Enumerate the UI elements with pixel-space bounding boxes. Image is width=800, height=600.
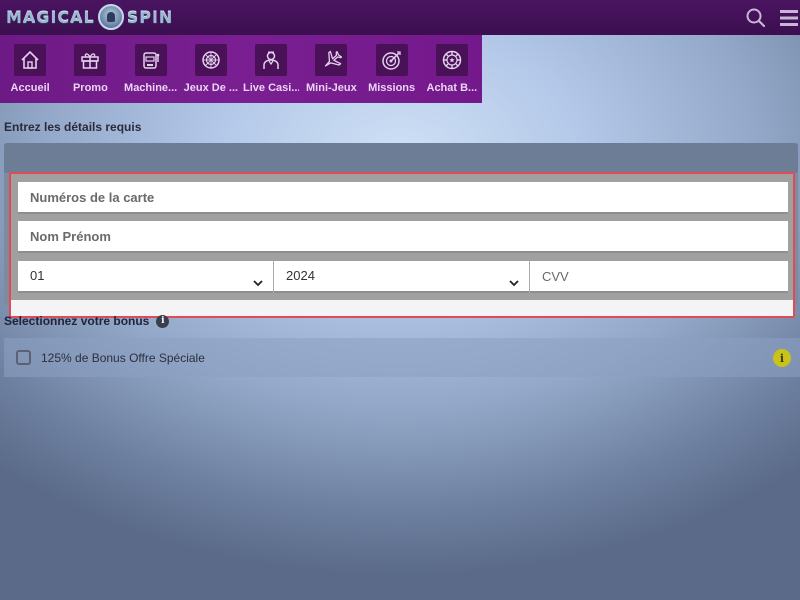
slot-machine-icon [134, 44, 167, 76]
chip-icon [435, 44, 468, 76]
card-details-form: 01 2024 [9, 172, 795, 318]
nav-label: Jeux De ... [183, 82, 239, 94]
nav-label: Accueil [10, 82, 50, 94]
logo-emblem-icon [97, 4, 124, 30]
nav-label: Promo [72, 82, 108, 94]
nav-label: Mini-Jeux [306, 82, 357, 94]
nav-item-mini-jeux[interactable]: Mini-Jeux [301, 35, 361, 103]
nav-item-jeux-de-table[interactable]: Jeux De ... [181, 35, 241, 103]
gift-icon [74, 44, 107, 76]
nav-label: Machine... [124, 82, 178, 94]
nav-label: Achat B... [426, 82, 478, 94]
site-logo[interactable]: MAGICAL SPIN [6, 4, 173, 30]
nav-item-promo[interactable]: Promo [60, 35, 120, 103]
bonus-option-row[interactable]: 125% de Bonus Offre Spéciale i [4, 338, 800, 377]
roulette-icon [194, 44, 227, 76]
nav-item-missions[interactable]: Missions [362, 35, 422, 103]
card-number-input[interactable] [18, 182, 788, 214]
panel-header-strip [4, 143, 798, 173]
nav-item-live-casino[interactable]: Live Casi... [241, 35, 301, 103]
bonus-checkbox[interactable] [16, 350, 31, 365]
expiry-year-value: 2024 [286, 268, 315, 283]
dealer-icon [255, 44, 288, 76]
top-bar: MAGICAL SPIN [0, 0, 800, 35]
target-icon [375, 44, 408, 76]
logo-text-left: MAGICAL [6, 7, 95, 27]
bonus-title-text: Selectionnez votre bonus [4, 314, 150, 328]
expiry-year-select[interactable]: 2024 [274, 261, 529, 293]
hamburger-menu-icon[interactable] [778, 7, 800, 29]
category-nav: Accueil Promo Machine... Jeux De ... Liv… [0, 35, 482, 103]
expiry-month-select[interactable]: 01 [18, 261, 273, 293]
search-icon[interactable] [744, 6, 768, 30]
section-title: Entrez les détails requis [4, 120, 142, 134]
nav-label: Missions [368, 82, 416, 94]
info-icon[interactable]: i [156, 314, 170, 328]
nav-item-accueil[interactable]: Accueil [0, 35, 60, 103]
nav-label: Live Casi... [243, 82, 300, 94]
cvv-input[interactable] [530, 261, 788, 293]
nav-item-achat-bonus[interactable]: Achat B... [422, 35, 482, 103]
expiry-month-value: 01 [30, 268, 45, 283]
bonus-option-label: 125% de Bonus Offre Spéciale [41, 351, 205, 365]
chevron-down-icon [508, 270, 520, 287]
bonus-section-title: Selectionnez votre bonus i [4, 314, 170, 328]
bonus-info-icon[interactable]: i [773, 349, 791, 367]
logo-text-right: SPIN [126, 7, 174, 27]
home-icon [14, 44, 47, 76]
airplane-icon [315, 44, 348, 76]
chevron-down-icon [252, 270, 264, 287]
nav-item-machines[interactable]: Machine... [121, 35, 181, 103]
full-name-input[interactable] [18, 221, 788, 253]
